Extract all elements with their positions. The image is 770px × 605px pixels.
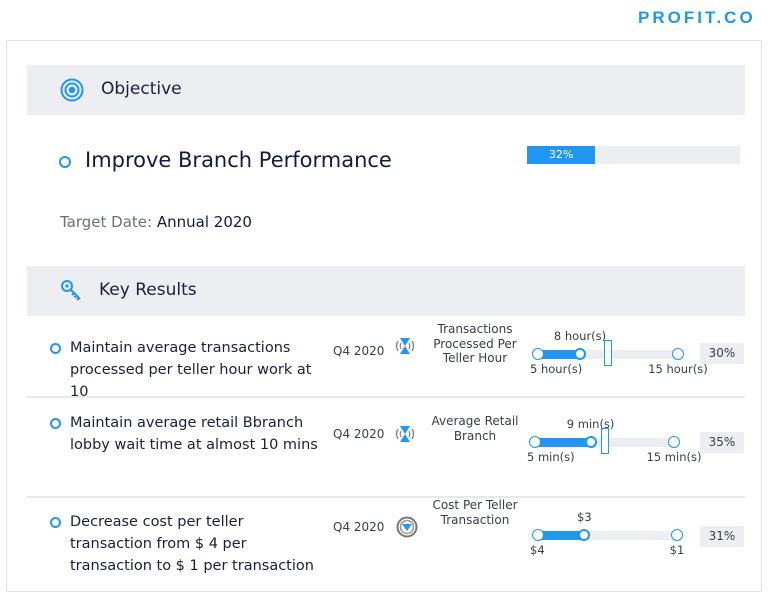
key-result-status-icon [50, 418, 61, 429]
key-result-metric: Transactions Processed Per Teller Hour [433, 322, 517, 365]
key-result-status-icon [50, 343, 61, 354]
objective-progress-bar: 32% [527, 146, 740, 164]
slider-end-dot [668, 436, 680, 448]
key-result-title[interactable]: Maintain average retail Bbranch lobby wa… [70, 412, 325, 456]
slider-fill [535, 438, 591, 447]
key-result-period: Q4 2020 [333, 427, 385, 441]
slider-current-handle[interactable] [578, 529, 591, 541]
slider-current-handle[interactable] [574, 348, 586, 360]
slider-current-handle[interactable] [584, 436, 597, 448]
start-value-label: 5 min(s) [527, 450, 575, 464]
progress-slider: 8 hour(s) 5 hour(s) 15 hour(s) [530, 329, 708, 376]
key-result-period: Q4 2020 [333, 344, 385, 358]
hourglass-signal-icon [395, 426, 415, 442]
key-result-percent: 35% [700, 432, 744, 453]
key-result-title[interactable]: Decrease cost per teller transaction fro… [70, 511, 325, 577]
slider-start-dot [532, 348, 544, 360]
current-value-label: $3 [577, 510, 592, 524]
key-result-percent: 31% [700, 526, 744, 547]
key-result-percent: 30% [700, 343, 744, 364]
progress-slider: $3 $4 $1 [530, 510, 684, 557]
end-value-label: 15 hour(s) [648, 362, 708, 376]
row-divider [27, 396, 745, 398]
start-value-label: 5 hour(s) [530, 362, 583, 376]
okr-card [6, 40, 762, 592]
end-value-label: 15 min(s) [646, 450, 702, 464]
current-value-label: 9 min(s) [566, 417, 615, 431]
slider-end-dot [672, 348, 684, 360]
target-date-label: Target Date: [60, 213, 153, 231]
profitco-logo: PROFIT.CO [638, 8, 756, 27]
objective-title[interactable]: Improve Branch Performance [85, 148, 392, 172]
key-result-metric: Average Retail Branch [431, 414, 519, 443]
key-result-metric: Cost Per Teller Transaction [432, 498, 518, 527]
objective-status-icon [59, 156, 71, 168]
key-results-label: Key Results [99, 280, 197, 300]
key-result-title[interactable]: Maintain average transactions processed … [70, 337, 325, 403]
key-results-header: Key Results [27, 266, 745, 316]
target-date: Target Date: Annual 2020 [60, 213, 252, 231]
current-value-label: 8 hour(s) [553, 329, 607, 343]
slider-end-dot [671, 529, 683, 541]
target-icon [60, 78, 84, 102]
objective-progress-fill: 32% [527, 146, 596, 164]
objective-label: Objective [101, 79, 182, 99]
slider-start-dot [529, 436, 541, 448]
start-value-label: $4 [530, 543, 545, 557]
end-value-label: $1 [669, 543, 685, 557]
row-divider [27, 496, 745, 498]
slider-start-dot [532, 529, 544, 541]
key-result-status-icon [50, 517, 61, 528]
decrease-arrow-icon [396, 516, 418, 538]
progress-slider: 9 min(s) 5 min(s) 15 min(s) [527, 417, 701, 464]
key-icon [61, 280, 81, 301]
hourglass-signal-icon [395, 338, 415, 354]
key-result-period: Q4 2020 [333, 520, 385, 534]
target-marker [600, 428, 609, 454]
target-marker [604, 340, 612, 366]
objective-header: Objective [27, 65, 745, 115]
target-date-value: Annual 2020 [156, 213, 252, 231]
